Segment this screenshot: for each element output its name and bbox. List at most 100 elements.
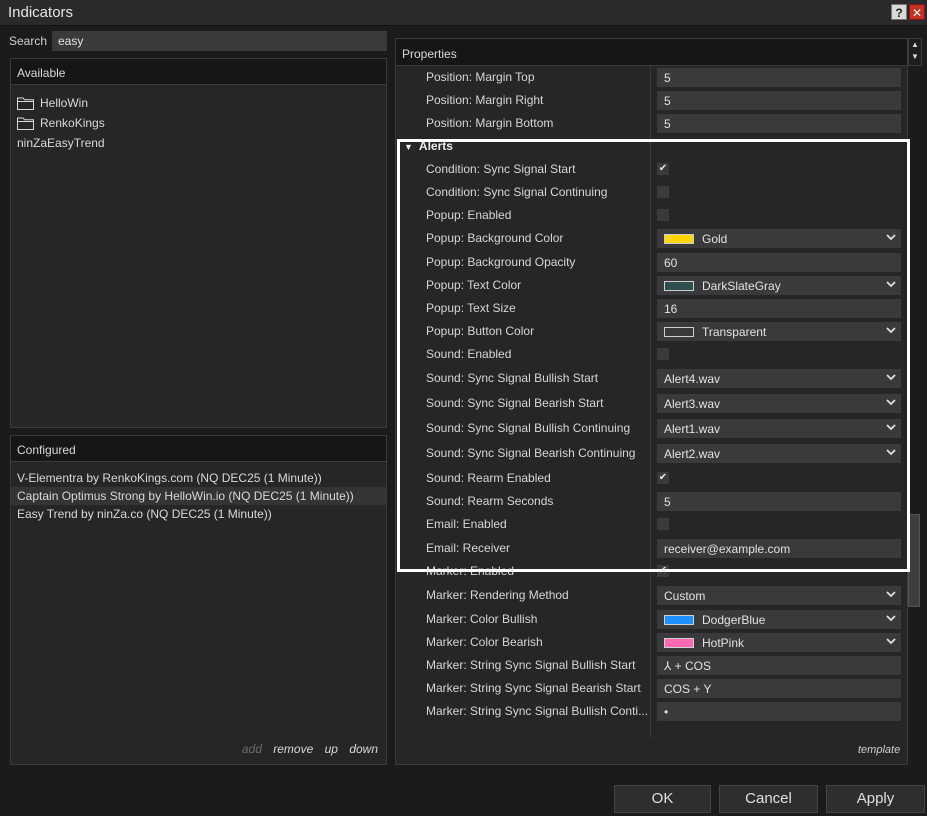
title-bar: Indicators ? ✕: [0, 0, 927, 26]
property-checkbox[interactable]: ✔: [657, 565, 669, 577]
property-row: Marker: Rendering Method Custom: [396, 584, 906, 607]
available-header: Available: [11, 59, 386, 85]
available-item[interactable]: RenkoKings: [17, 114, 105, 132]
property-label: Popup: Button Color: [426, 324, 535, 338]
scroll-down-icon[interactable]: ▼: [909, 51, 921, 63]
property-input[interactable]: 5: [657, 91, 901, 110]
search-input[interactable]: [52, 31, 387, 51]
property-label: Sound: Sync Signal Bearish Continuing: [426, 446, 636, 460]
color-swatch: [664, 234, 694, 244]
property-row: Popup: Background Color Gold: [396, 227, 906, 250]
configured-item[interactable]: Easy Trend by ninZa.co (NQ DEC25 (1 Minu…: [11, 505, 386, 523]
chevron-down-icon: [886, 424, 896, 431]
property-dropdown[interactable]: DarkSlateGray: [657, 276, 901, 295]
chevron-down-icon: [886, 638, 896, 645]
property-row: Sound: Rearm Seconds 5: [396, 490, 906, 513]
color-swatch: [664, 638, 694, 648]
property-checkbox[interactable]: [657, 209, 669, 221]
properties-header: Properties: [396, 39, 907, 66]
property-value: Alert2.wav: [664, 447, 721, 461]
property-value: 5: [664, 94, 671, 108]
property-checkbox[interactable]: ✔: [657, 472, 669, 484]
category-alerts[interactable]: ▼ Alerts: [396, 135, 906, 158]
chevron-down-icon: [886, 234, 896, 241]
property-row: Marker: Color Bullish DodgerBlue: [396, 608, 906, 631]
property-input[interactable]: •: [657, 702, 901, 721]
property-label: Marker: String Sync Signal Bullish Conti…: [426, 704, 648, 718]
property-input[interactable]: receiver@example.com: [657, 539, 901, 558]
remove-link[interactable]: remove: [273, 742, 313, 756]
property-dropdown[interactable]: Alert4.wav: [657, 369, 901, 388]
property-grid-scrollbar[interactable]: [908, 514, 920, 607]
property-checkbox[interactable]: [657, 348, 669, 360]
down-link[interactable]: down: [349, 742, 378, 756]
property-label: Position: Margin Bottom: [426, 116, 554, 130]
property-row: Sound: Rearm Enabled ✔: [396, 467, 906, 490]
property-row: Email: Enabled: [396, 513, 906, 536]
property-row: Marker: String Sync Signal Bullish Start…: [396, 654, 906, 677]
property-label: Popup: Background Color: [426, 231, 564, 245]
cancel-button[interactable]: Cancel: [719, 785, 818, 813]
chevron-down-icon: [886, 281, 896, 288]
property-value: 5: [664, 117, 671, 131]
property-input[interactable]: 5: [657, 114, 901, 133]
up-link[interactable]: up: [325, 742, 338, 756]
property-input[interactable]: 5: [657, 492, 901, 511]
category-label: ▼ Alerts: [404, 139, 453, 153]
property-dropdown[interactable]: DodgerBlue: [657, 610, 901, 629]
configured-item[interactable]: Captain Optimus Strong by HelloWin.io (N…: [11, 487, 386, 505]
property-label: Popup: Background Opacity: [426, 255, 576, 269]
property-input[interactable]: 16: [657, 299, 901, 318]
help-button[interactable]: ?: [891, 4, 907, 20]
scroll-up-icon[interactable]: ▲: [909, 39, 921, 51]
property-dropdown[interactable]: Alert3.wav: [657, 394, 901, 413]
property-row: Sound: Enabled: [396, 343, 906, 366]
property-input[interactable]: ⅄ + COS: [657, 656, 901, 675]
property-dropdown[interactable]: Alert1.wav: [657, 419, 901, 438]
property-value: Custom: [664, 589, 706, 603]
property-dropdown[interactable]: HotPink: [657, 633, 901, 652]
property-label: Sound: Rearm Enabled: [426, 471, 551, 485]
property-row: Sound: Sync Signal Bullish Start Alert4.w…: [396, 367, 906, 390]
property-row: Email: Receiver receiver@example.com: [396, 537, 906, 560]
property-label: Marker: String Sync Signal Bearish Start: [426, 681, 641, 695]
collapse-triangle-icon[interactable]: ▼: [404, 142, 413, 152]
property-label: Sound: Sync Signal Bullish Continuing: [426, 421, 631, 435]
chevron-down-icon: [886, 591, 896, 598]
property-dropdown[interactable]: Alert2.wav: [657, 444, 901, 463]
template-link[interactable]: template: [858, 744, 900, 756]
property-row: Marker: Enabled ✔: [396, 560, 906, 583]
add-link[interactable]: add: [242, 742, 262, 756]
available-item[interactable]: HelloWin: [17, 94, 88, 112]
close-button[interactable]: ✕: [909, 4, 925, 20]
property-value: Alert4.wav: [664, 372, 721, 386]
property-input[interactable]: COS + Y: [657, 679, 901, 698]
property-row: Condition: Sync Signal Start ✔: [396, 158, 906, 181]
property-value: COS + Y: [664, 682, 712, 696]
property-input[interactable]: 60: [657, 253, 901, 272]
properties-scroll-arrows[interactable]: ▲ ▼: [908, 38, 922, 66]
property-label: Sound: Enabled: [426, 347, 512, 361]
property-checkbox[interactable]: [657, 186, 669, 198]
configured-panel: Configured V-Elementra by RenkoKings.com…: [10, 435, 387, 765]
property-label: Popup: Text Size: [426, 301, 516, 315]
available-panel: Available HelloWin RenkoKings ninZaEasyTre…: [10, 58, 387, 428]
property-dropdown[interactable]: Transparent: [657, 322, 901, 341]
property-row: Popup: Text Size 16: [396, 297, 906, 320]
property-checkbox[interactable]: ✔: [657, 163, 669, 175]
property-label: Marker: Color Bullish: [426, 612, 538, 626]
property-value: 16: [664, 302, 678, 316]
property-row: Sound: Sync Signal Bullish Continuing Ale…: [396, 417, 906, 440]
property-row: Sound: Sync Signal Bearish Continuing Ale…: [396, 442, 906, 465]
property-checkbox[interactable]: [657, 518, 669, 530]
property-input[interactable]: 5: [657, 68, 901, 87]
available-item-label: HelloWin: [40, 96, 89, 110]
ok-button[interactable]: OK: [614, 785, 711, 813]
color-swatch: [664, 281, 694, 291]
property-dropdown[interactable]: Custom: [657, 586, 901, 605]
property-dropdown[interactable]: Gold: [657, 229, 901, 248]
available-item[interactable]: ninZaEasyTrend: [17, 134, 105, 152]
apply-button[interactable]: Apply: [826, 785, 925, 813]
configured-header: Configured: [11, 436, 386, 462]
configured-item[interactable]: V-Elementra by RenkoKings.com (NQ DEC25 …: [11, 469, 386, 487]
